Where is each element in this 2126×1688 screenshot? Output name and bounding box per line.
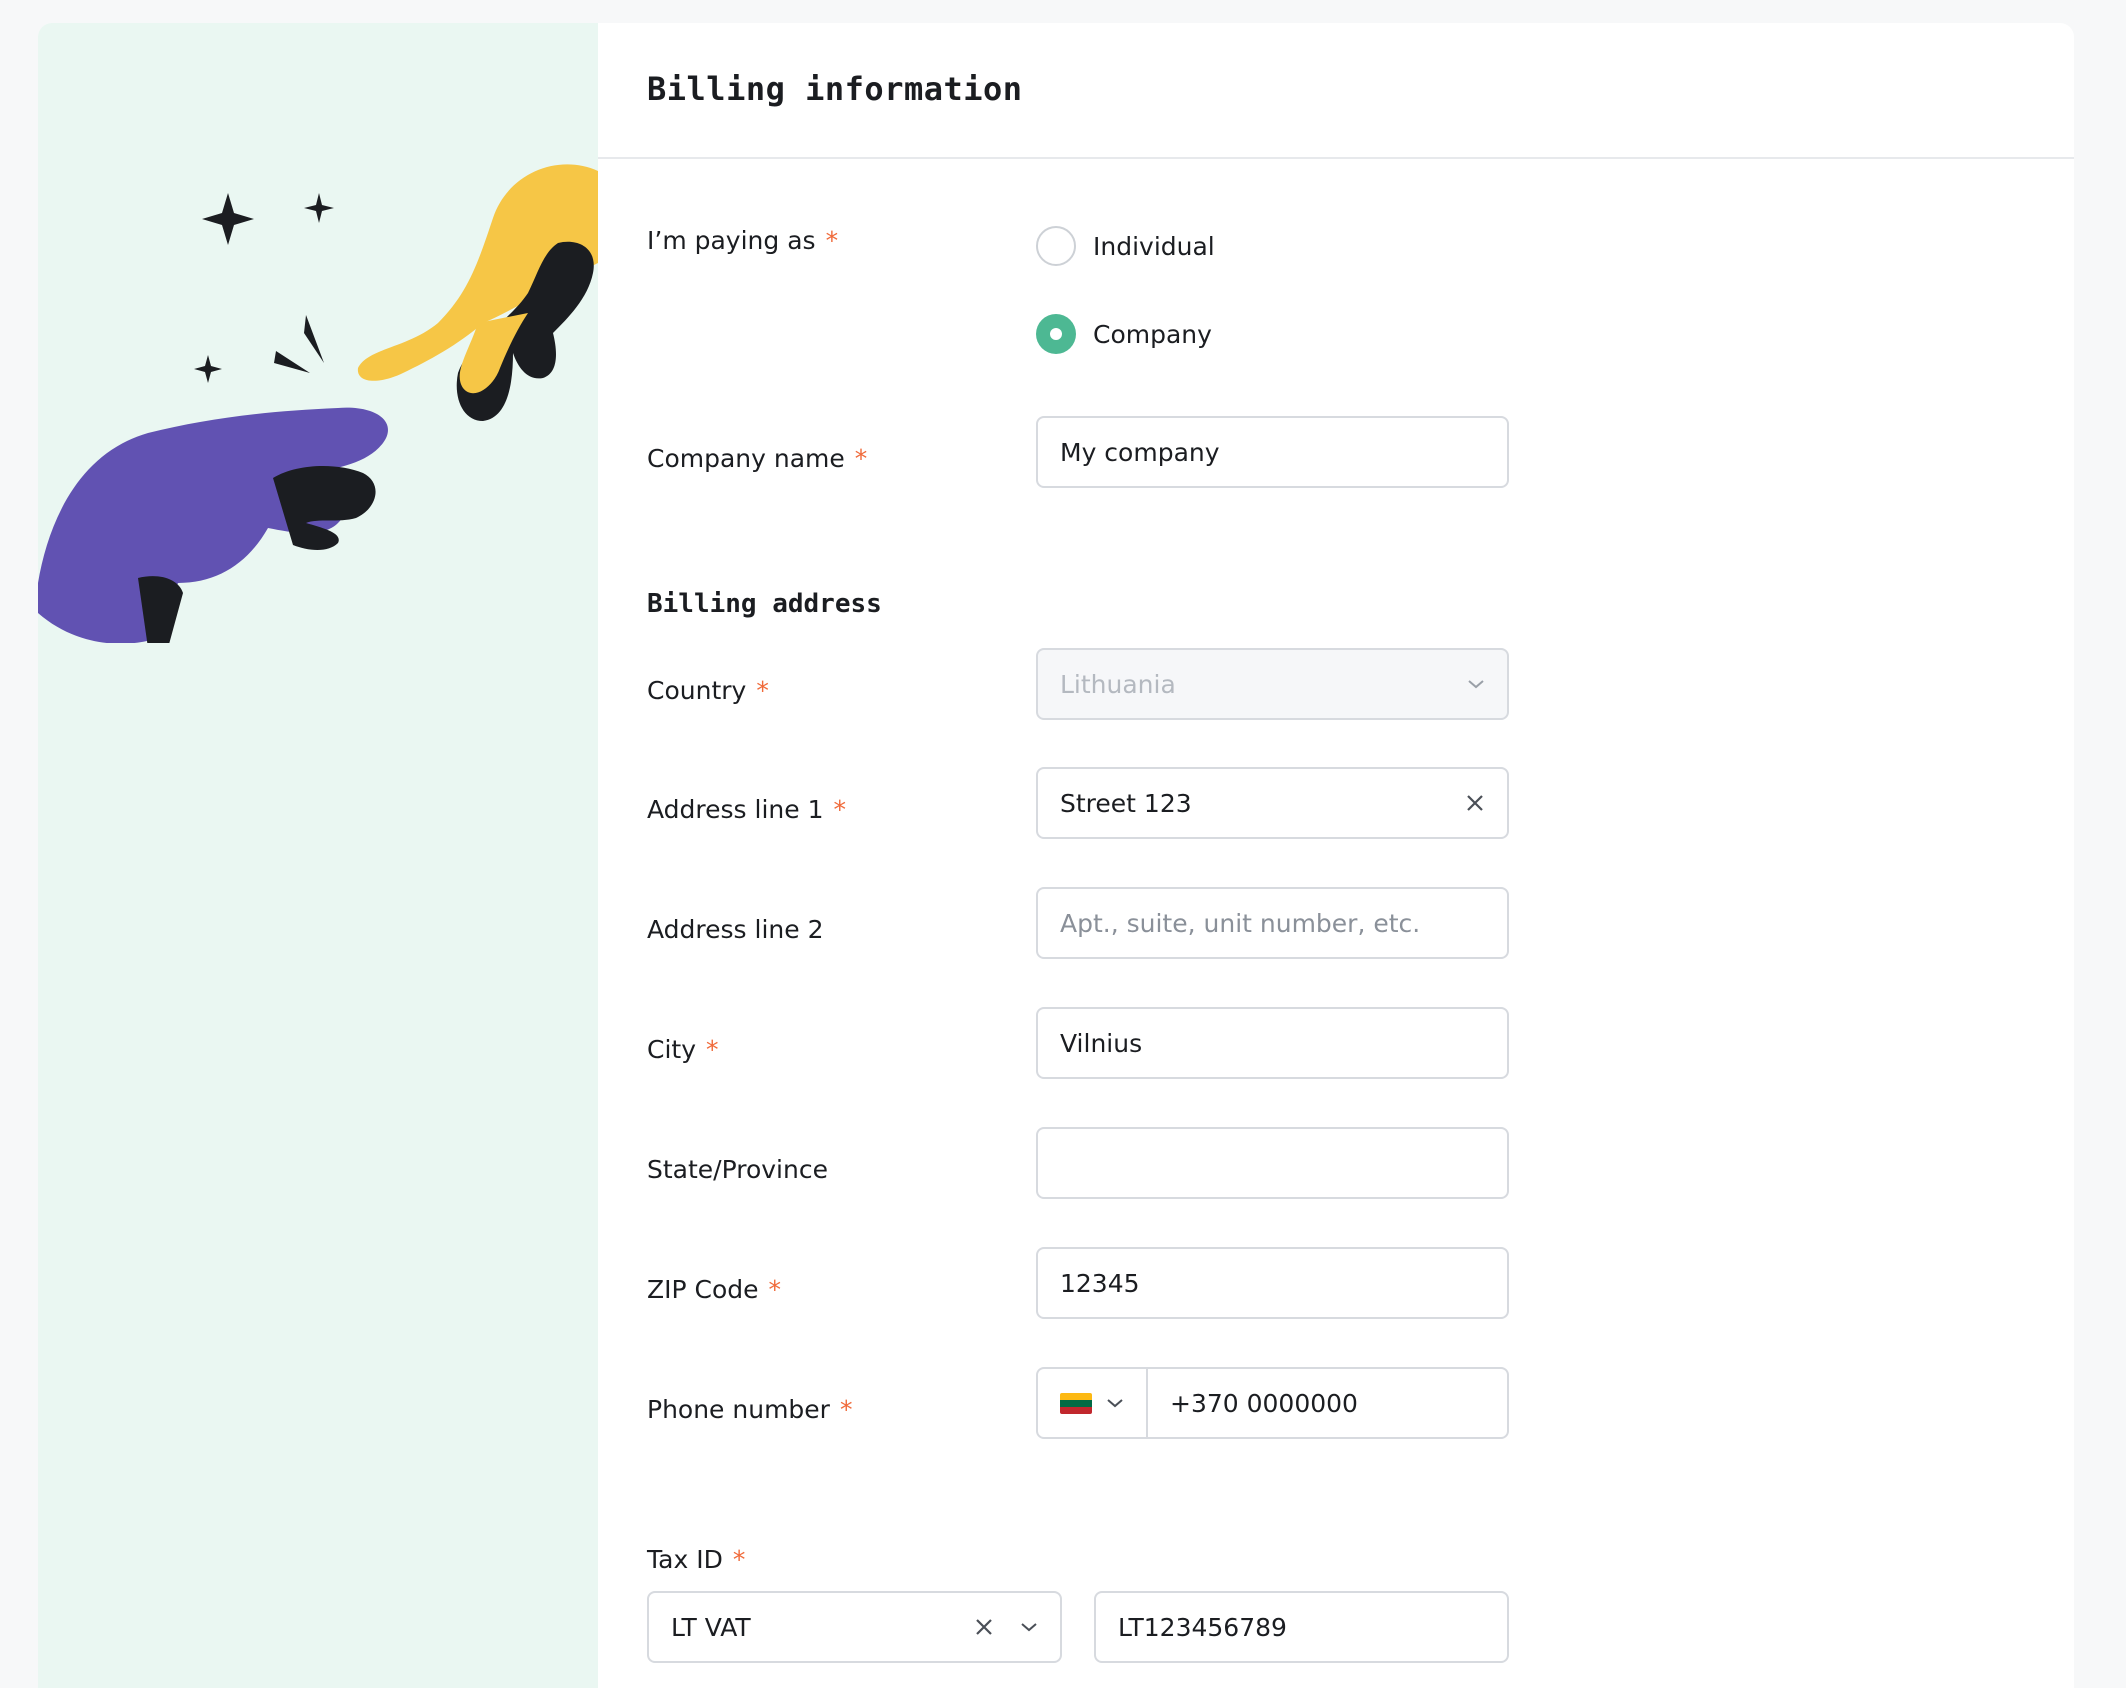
billing-address-title: Billing address (647, 589, 882, 619)
zip-field[interactable]: 12345 (1036, 1247, 1509, 1319)
address1-value: Street 123 (1060, 788, 1192, 818)
tax-id-label-text: Tax ID (647, 1545, 723, 1574)
required-mark: * (706, 1035, 719, 1064)
tax-id-number-value: LT123456789 (1118, 1612, 1287, 1642)
paying-as-label: I’m paying as * (647, 226, 838, 255)
clear-icon[interactable] (974, 1617, 994, 1637)
zip-label-text: ZIP Code (647, 1275, 759, 1304)
form-content: Billing information I’m paying as * Indiv… (598, 23, 2074, 1688)
radio-individual-control[interactable] (1036, 226, 1076, 266)
state-field[interactable] (1036, 1127, 1509, 1199)
city-label-text: City (647, 1035, 696, 1064)
country-value: Lithuania (1060, 669, 1176, 699)
address1-field[interactable]: Street 123 (1036, 767, 1509, 839)
purple-hand (38, 407, 388, 643)
phone-label: Phone number * (647, 1395, 852, 1424)
sparkle-icon (304, 193, 334, 223)
radio-individual-label: Individual (1093, 231, 1215, 261)
company-name-label: Company name * (647, 444, 867, 473)
company-name-field[interactable]: My company (1036, 416, 1509, 488)
tax-id-number-field[interactable]: LT123456789 (1094, 1591, 1509, 1663)
company-name-label-text: Company name (647, 444, 845, 473)
illustration-panel (38, 23, 598, 1688)
spark-line-icon (274, 351, 310, 373)
state-label: State/Province (647, 1155, 828, 1184)
purple-hand-shadow (273, 466, 376, 550)
required-mark: * (732, 1545, 746, 1574)
country-label-text: Country (647, 676, 747, 705)
address2-label: Address line 2 (647, 915, 823, 944)
sparkle-icon (194, 355, 222, 383)
spark-line-icon (304, 315, 324, 363)
lithuania-flag-icon (1060, 1392, 1092, 1414)
state-label-text: State/Province (647, 1155, 828, 1184)
company-name-value: My company (1060, 437, 1220, 467)
address2-label-text: Address line 2 (647, 915, 824, 944)
chevron-down-icon (1467, 678, 1485, 690)
radio-individual[interactable]: Individual (1036, 226, 1215, 266)
billing-card: Billing information I’m paying as * Indiv… (38, 23, 2074, 1688)
tax-id-type-value: LT VAT (671, 1612, 751, 1642)
sparkle-icon (202, 193, 254, 245)
radio-company-control[interactable] (1036, 314, 1076, 354)
address2-field[interactable]: Apt., suite, unit number, etc. (1036, 887, 1509, 959)
address1-label: Address line 1 * (647, 795, 846, 824)
zip-value: 12345 (1060, 1268, 1140, 1298)
tax-id-type-select[interactable]: LT VAT (647, 1591, 1062, 1663)
zip-label: ZIP Code * (647, 1275, 781, 1304)
address1-label-text: Address line 1 (647, 795, 824, 824)
required-mark: * (756, 676, 769, 705)
city-label: City * (647, 1035, 719, 1064)
form-header: Billing information (598, 23, 2074, 159)
country-select[interactable]: Lithuania (1036, 648, 1509, 720)
required-mark: * (854, 444, 868, 473)
chevron-down-icon (1106, 1397, 1124, 1409)
chevron-down-icon[interactable] (1020, 1621, 1038, 1633)
clear-icon[interactable] (1465, 793, 1485, 813)
paying-as-label-text: I’m paying as (647, 226, 816, 255)
city-value: Vilnius (1060, 1028, 1143, 1058)
country-label: Country * (647, 676, 769, 705)
page-title: Billing information (647, 70, 1023, 108)
required-mark: * (839, 1395, 853, 1424)
required-mark: * (833, 795, 846, 824)
radio-company[interactable]: Company (1036, 314, 1212, 354)
address2-placeholder: Apt., suite, unit number, etc. (1060, 908, 1421, 938)
city-field[interactable]: Vilnius (1036, 1007, 1509, 1079)
phone-country-select[interactable] (1038, 1369, 1148, 1437)
required-mark: * (825, 226, 839, 255)
required-mark: * (768, 1275, 782, 1304)
hands-illustration (38, 164, 598, 643)
phone-label-text: Phone number (647, 1395, 830, 1424)
radio-company-label: Company (1093, 319, 1212, 349)
phone-number-input[interactable]: +370 0000000 (1148, 1369, 1507, 1437)
phone-field: +370 0000000 (1036, 1367, 1509, 1439)
phone-number-value: +370 0000000 (1170, 1388, 1358, 1418)
tax-id-label: Tax ID * (647, 1545, 745, 1574)
